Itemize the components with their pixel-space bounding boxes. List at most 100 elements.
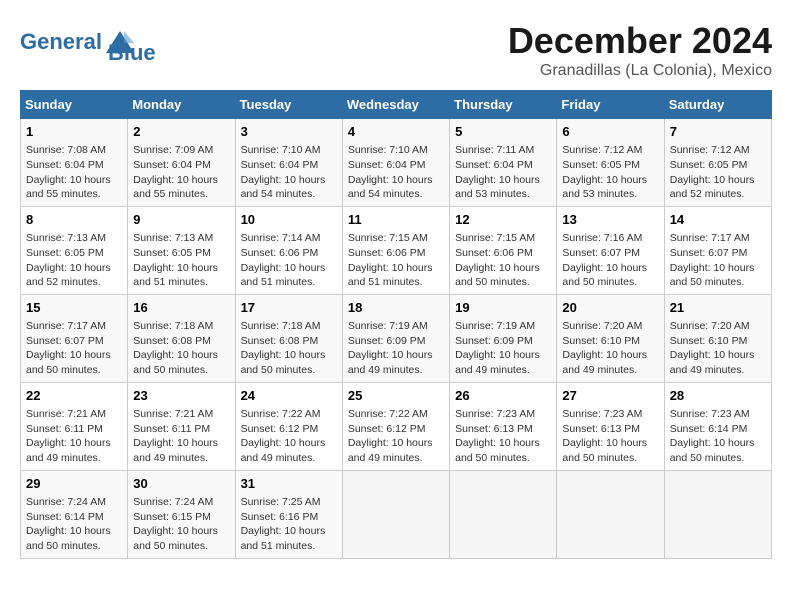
calendar-cell: 3 Sunrise: 7:10 AM Sunset: 6:04 PM Daylig… xyxy=(235,119,342,207)
logo-line2: Blue xyxy=(108,40,156,66)
calendar-cell: 31Sunrise: 7:25 AM Sunset: 6:16 PM Dayli… xyxy=(235,470,342,558)
day-number: 20 xyxy=(562,299,658,317)
day-info: Sunrise: 7:13 AM Sunset: 6:05 PM Dayligh… xyxy=(26,231,122,290)
day-info: Sunrise: 7:20 AM Sunset: 6:10 PM Dayligh… xyxy=(670,319,766,378)
day-info: Sunrise: 7:09 AM Sunset: 6:04 PM Dayligh… xyxy=(133,143,229,202)
day-info: Sunrise: 7:21 AM Sunset: 6:11 PM Dayligh… xyxy=(26,407,122,466)
day-number: 22 xyxy=(26,387,122,405)
calendar-cell: 26 Sunrise: 7:23 AM Sunset: 6:13 PM Dayli… xyxy=(450,382,557,470)
day-info: Sunrise: 7:23 AM Sunset: 6:13 PM Dayligh… xyxy=(455,407,551,466)
day-info: Sunrise: 7:18 AM Sunset: 6:08 PM Dayligh… xyxy=(241,319,337,378)
calendar-cell: 24 Sunrise: 7:22 AM Sunset: 6:12 PM Dayli… xyxy=(235,382,342,470)
day-number: 23 xyxy=(133,387,229,405)
day-number: 5 xyxy=(455,123,551,141)
calendar-cell: 8 Sunrise: 7:13 AM Sunset: 6:05 PM Daylig… xyxy=(21,206,128,294)
calendar-cell: 4 Sunrise: 7:10 AM Sunset: 6:04 PM Daylig… xyxy=(342,119,449,207)
day-info: Sunrise: 7:24 AM Sunset: 6:15 PM Dayligh… xyxy=(133,495,229,554)
day-header-monday: Monday xyxy=(128,91,235,119)
calendar-cell: 13 Sunrise: 7:16 AM Sunset: 6:07 PM Dayli… xyxy=(557,206,664,294)
calendar-cell: 6 Sunrise: 7:12 AM Sunset: 6:05 PM Daylig… xyxy=(557,119,664,207)
calendar-header: SundayMondayTuesdayWednesdayThursdayFrid… xyxy=(21,91,772,119)
day-header-friday: Friday xyxy=(557,91,664,119)
calendar-cell: 11Sunrise: 7:15 AM Sunset: 6:06 PM Dayli… xyxy=(342,206,449,294)
day-info: Sunrise: 7:10 AM Sunset: 6:04 PM Dayligh… xyxy=(348,143,444,202)
calendar-cell: 28 Sunrise: 7:23 AM Sunset: 6:14 PM Dayli… xyxy=(664,382,771,470)
calendar-cell: 1 Sunrise: 7:08 AM Sunset: 6:04 PM Daylig… xyxy=(21,119,128,207)
day-number: 3 xyxy=(241,123,337,141)
day-info: Sunrise: 7:16 AM Sunset: 6:07 PM Dayligh… xyxy=(562,231,658,290)
calendar-cell: 29 Sunrise: 7:24 AM Sunset: 6:14 PM Dayli… xyxy=(21,470,128,558)
calendar-cell xyxy=(342,470,449,558)
calendar-cell: 20 Sunrise: 7:20 AM Sunset: 6:10 PM Dayli… xyxy=(557,294,664,382)
day-info: Sunrise: 7:22 AM Sunset: 6:12 PM Dayligh… xyxy=(348,407,444,466)
location-title: Granadillas (La Colonia), Mexico xyxy=(508,62,772,80)
day-number: 21 xyxy=(670,299,766,317)
day-info: Sunrise: 7:14 AM Sunset: 6:06 PM Dayligh… xyxy=(241,231,337,290)
day-number: 1 xyxy=(26,123,122,141)
calendar-table: SundayMondayTuesdayWednesdayThursdayFrid… xyxy=(20,90,772,559)
day-number: 14 xyxy=(670,211,766,229)
day-number: 19 xyxy=(455,299,551,317)
day-info: Sunrise: 7:10 AM Sunset: 6:04 PM Dayligh… xyxy=(241,143,337,202)
calendar-cell: 19 Sunrise: 7:19 AM Sunset: 6:09 PM Dayli… xyxy=(450,294,557,382)
calendar-cell xyxy=(664,470,771,558)
day-info: Sunrise: 7:24 AM Sunset: 6:14 PM Dayligh… xyxy=(26,495,122,554)
day-info: Sunrise: 7:23 AM Sunset: 6:13 PM Dayligh… xyxy=(562,407,658,466)
calendar-cell xyxy=(450,470,557,558)
calendar-cell: 18Sunrise: 7:19 AM Sunset: 6:09 PM Dayli… xyxy=(342,294,449,382)
day-number: 7 xyxy=(670,123,766,141)
day-number: 10 xyxy=(241,211,337,229)
calendar-cell: 12 Sunrise: 7:15 AM Sunset: 6:06 PM Dayli… xyxy=(450,206,557,294)
calendar-cell: 30 Sunrise: 7:24 AM Sunset: 6:15 PM Dayli… xyxy=(128,470,235,558)
calendar-cell: 2 Sunrise: 7:09 AM Sunset: 6:04 PM Daylig… xyxy=(128,119,235,207)
month-title: December 2024 xyxy=(508,20,772,62)
day-info: Sunrise: 7:12 AM Sunset: 6:05 PM Dayligh… xyxy=(670,143,766,202)
calendar-cell: 23Sunrise: 7:21 AM Sunset: 6:11 PM Dayli… xyxy=(128,382,235,470)
day-number: 28 xyxy=(670,387,766,405)
day-info: Sunrise: 7:19 AM Sunset: 6:09 PM Dayligh… xyxy=(348,319,444,378)
day-number: 26 xyxy=(455,387,551,405)
calendar-cell: 21 Sunrise: 7:20 AM Sunset: 6:10 PM Dayli… xyxy=(664,294,771,382)
title-block: December 2024 Granadillas (La Colonia), … xyxy=(508,20,772,80)
logo: General Blue xyxy=(20,20,156,66)
day-info: Sunrise: 7:08 AM Sunset: 6:04 PM Dayligh… xyxy=(26,143,122,202)
page-header: General Blue December 2024 Granadillas (… xyxy=(20,20,772,80)
day-info: Sunrise: 7:20 AM Sunset: 6:10 PM Dayligh… xyxy=(562,319,658,378)
calendar-cell: 14 Sunrise: 7:17 AM Sunset: 6:07 PM Dayli… xyxy=(664,206,771,294)
day-info: Sunrise: 7:13 AM Sunset: 6:05 PM Dayligh… xyxy=(133,231,229,290)
calendar-cell: 27 Sunrise: 7:23 AM Sunset: 6:13 PM Dayli… xyxy=(557,382,664,470)
day-number: 16 xyxy=(133,299,229,317)
day-info: Sunrise: 7:15 AM Sunset: 6:06 PM Dayligh… xyxy=(455,231,551,290)
calendar-cell: 16 Sunrise: 7:18 AM Sunset: 6:08 PM Dayli… xyxy=(128,294,235,382)
calendar-cell: 9Sunrise: 7:13 AM Sunset: 6:05 PM Daylig… xyxy=(128,206,235,294)
day-number: 6 xyxy=(562,123,658,141)
calendar-cell: 5Sunrise: 7:11 AM Sunset: 6:04 PM Daylig… xyxy=(450,119,557,207)
day-info: Sunrise: 7:19 AM Sunset: 6:09 PM Dayligh… xyxy=(455,319,551,378)
calendar-cell: 22 Sunrise: 7:21 AM Sunset: 6:11 PM Dayli… xyxy=(21,382,128,470)
day-info: Sunrise: 7:12 AM Sunset: 6:05 PM Dayligh… xyxy=(562,143,658,202)
day-header-sunday: Sunday xyxy=(21,91,128,119)
day-number: 13 xyxy=(562,211,658,229)
day-header-tuesday: Tuesday xyxy=(235,91,342,119)
day-number: 17 xyxy=(241,299,337,317)
day-header-saturday: Saturday xyxy=(664,91,771,119)
day-number: 2 xyxy=(133,123,229,141)
day-info: Sunrise: 7:22 AM Sunset: 6:12 PM Dayligh… xyxy=(241,407,337,466)
day-info: Sunrise: 7:17 AM Sunset: 6:07 PM Dayligh… xyxy=(26,319,122,378)
day-header-wednesday: Wednesday xyxy=(342,91,449,119)
day-info: Sunrise: 7:18 AM Sunset: 6:08 PM Dayligh… xyxy=(133,319,229,378)
day-info: Sunrise: 7:17 AM Sunset: 6:07 PM Dayligh… xyxy=(670,231,766,290)
day-number: 25 xyxy=(348,387,444,405)
day-number: 11 xyxy=(348,211,444,229)
calendar-cell: 7 Sunrise: 7:12 AM Sunset: 6:05 PM Daylig… xyxy=(664,119,771,207)
day-number: 4 xyxy=(348,123,444,141)
calendar-cell: 15Sunrise: 7:17 AM Sunset: 6:07 PM Dayli… xyxy=(21,294,128,382)
day-info: Sunrise: 7:23 AM Sunset: 6:14 PM Dayligh… xyxy=(670,407,766,466)
day-number: 12 xyxy=(455,211,551,229)
day-number: 31 xyxy=(241,475,337,493)
day-number: 27 xyxy=(562,387,658,405)
day-number: 30 xyxy=(133,475,229,493)
day-number: 29 xyxy=(26,475,122,493)
day-number: 24 xyxy=(241,387,337,405)
day-number: 8 xyxy=(26,211,122,229)
